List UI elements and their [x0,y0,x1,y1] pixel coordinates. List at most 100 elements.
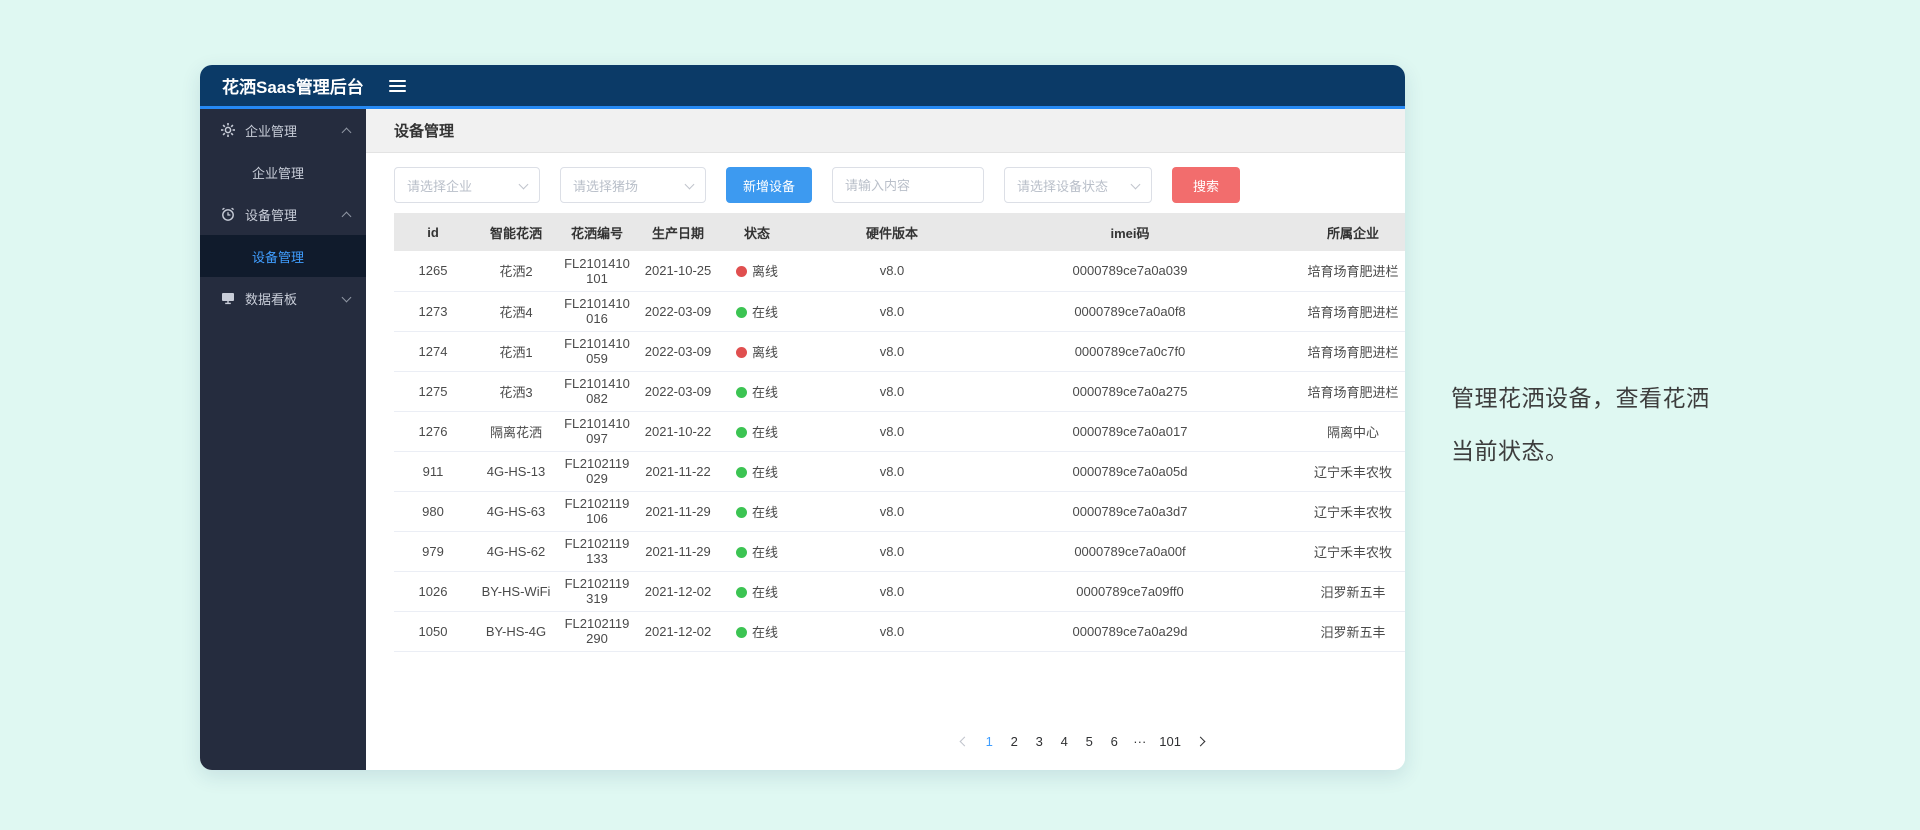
farm-select-placeholder: 请选择猪场 [573,176,638,195]
cell-device-name: 隔离花洒 [472,411,560,451]
cell-date: 2021-10-22 [634,411,722,451]
cell-id: 1273 [394,291,472,331]
cell-imei: 0000789ce7a0a017 [992,411,1268,451]
next-page-button[interactable] [1191,732,1209,752]
table-row[interactable]: 1273 花洒4 FL2101410016 2022-03-09 在线 v8.0… [394,291,1405,331]
cell-status: 在线 [722,291,792,331]
cell-version: v8.0 [792,411,992,451]
cell-id: 1050 [394,611,472,651]
cell-version: v8.0 [792,611,992,651]
cell-status: 在线 [722,531,792,571]
cell-code: FL2101410097 [560,411,634,451]
cell-version: v8.0 [792,371,992,411]
table-row[interactable]: 979 4G-HS-62 FL2102119133 2021-11-29 在线 … [394,531,1405,571]
search-button[interactable]: 搜索 [1172,167,1240,203]
sidebar-item-enterprise-manage[interactable]: 企业管理 [200,151,366,193]
col-date: 生产日期 [634,213,722,251]
cell-imei: 0000789ce7a0a05d [992,451,1268,491]
cell-device-name: 花洒1 [472,331,560,371]
sidebar-group-label: 企业管理 [245,121,334,140]
table-header-row: id 智能花洒 花洒编号 生产日期 状态 硬件版本 imei码 所属企业 [394,213,1405,251]
col-version: 硬件版本 [792,213,992,251]
device-status-placeholder: 请选择设备状态 [1017,176,1108,195]
page-number[interactable]: 6 [1105,732,1123,752]
cell-device-name: 4G-HS-63 [472,491,560,531]
main-content: 设备管理 请选择企业 请选择猪场 新增设备 请选择设备状态 [366,109,1405,770]
cell-device-name: 花洒4 [472,291,560,331]
table-row[interactable]: 1275 花洒3 FL2101410082 2022-03-09 在线 v8.0… [394,371,1405,411]
cell-date: 2021-11-29 [634,491,722,531]
alarm-clock-icon [220,206,236,222]
cell-device-name: 花洒2 [472,251,560,291]
table-row[interactable]: 1265 花洒2 FL2101410101 2021-10-25 离线 v8.0… [394,251,1405,291]
chevron-right-icon [1195,737,1205,747]
status-dot [736,387,747,398]
status-dot [736,467,747,478]
cell-company: 培育场育肥进栏 [1268,291,1405,331]
cell-status: 离线 [722,331,792,371]
collapse-menu-icon[interactable] [389,80,406,92]
col-company: 所属企业 [1268,213,1405,251]
chevron-down-icon [519,179,529,189]
table-row[interactable]: 1276 隔离花洒 FL2101410097 2021-10-22 在线 v8.… [394,411,1405,451]
caption-text: 管理花洒设备，查看花洒 当前状态。 [1451,372,1710,478]
cell-status: 在线 [722,611,792,651]
sidebar-group-enterprise[interactable]: 企业管理 [200,109,366,151]
table-row[interactable]: 1026 BY-HS-WiFi FL2102119319 2021-12-02 … [394,571,1405,611]
page-number[interactable]: 3 [1030,732,1048,752]
app-title: 花洒Saas管理后台 [200,73,366,98]
cell-status: 在线 [722,571,792,611]
col-id: id [394,213,472,251]
sidebar-group-device[interactable]: 设备管理 [200,193,366,235]
page-number[interactable]: 4 [1055,732,1073,752]
status-dot [736,507,747,518]
cell-version: v8.0 [792,291,992,331]
cell-device-name: BY-HS-WiFi [472,571,560,611]
chevron-down-icon [685,179,695,189]
cell-company: 辽宁禾丰农牧 [1268,531,1405,571]
prev-page-button[interactable] [955,732,973,752]
page-number[interactable]: 101 [1156,732,1184,752]
page-number[interactable]: 5 [1080,732,1098,752]
cell-device-name: 花洒3 [472,371,560,411]
sidebar-item-device-manage[interactable]: 设备管理 [200,235,366,277]
content-input[interactable] [832,167,984,203]
cell-date: 2022-03-09 [634,331,722,371]
cell-code: FL2101410082 [560,371,634,411]
table-row[interactable]: 1274 花洒1 FL2101410059 2022-03-09 离线 v8.0… [394,331,1405,371]
sidebar: 企业管理 企业管理 设备管理 设备管理 [200,109,366,770]
cell-id: 979 [394,531,472,571]
device-status-select[interactable]: 请选择设备状态 [1004,167,1152,203]
cell-id: 1274 [394,331,472,371]
more-pages-button[interactable]: ··· [1130,732,1149,752]
cell-date: 2021-12-02 [634,611,722,651]
page-number[interactable]: 1 [980,732,998,752]
col-code: 花洒编号 [560,213,634,251]
cell-code: FL2102119319 [560,571,634,611]
chevron-up-icon [342,127,352,137]
cell-company: 培育场育肥进栏 [1268,251,1405,291]
app-window: 花洒Saas管理后台 企业管理 [200,65,1405,770]
sidebar-group-dashboard[interactable]: 数据看板 [200,277,366,319]
gear-icon [220,122,236,138]
device-table: id 智能花洒 花洒编号 生产日期 状态 硬件版本 imei码 所属企业 [394,213,1405,652]
monitor-icon [220,290,236,306]
status-dot [736,427,747,438]
cell-id: 911 [394,451,472,491]
table-row[interactable]: 1050 BY-HS-4G FL2102119290 2021-12-02 在线… [394,611,1405,651]
table-row[interactable]: 980 4G-HS-63 FL2102119106 2021-11-29 在线 … [394,491,1405,531]
page-number[interactable]: 2 [1005,732,1023,752]
page-title: 设备管理 [366,109,1405,153]
cell-imei: 0000789ce7a0a0f8 [992,291,1268,331]
cell-company: 辽宁禾丰农牧 [1268,491,1405,531]
add-device-button[interactable]: 新增设备 [726,167,812,203]
cell-imei: 0000789ce7a0a275 [992,371,1268,411]
caption-line-2: 当前状态。 [1451,425,1710,478]
table-row[interactable]: 911 4G-HS-13 FL2102119029 2021-11-22 在线 … [394,451,1405,491]
company-select[interactable]: 请选择企业 [394,167,540,203]
farm-select[interactable]: 请选择猪场 [560,167,706,203]
cell-version: v8.0 [792,331,992,371]
pagination: 1 2 3 4 5 6 ··· 101 [955,732,1209,752]
caption-line-1: 管理花洒设备，查看花洒 [1451,372,1710,425]
cell-version: v8.0 [792,531,992,571]
